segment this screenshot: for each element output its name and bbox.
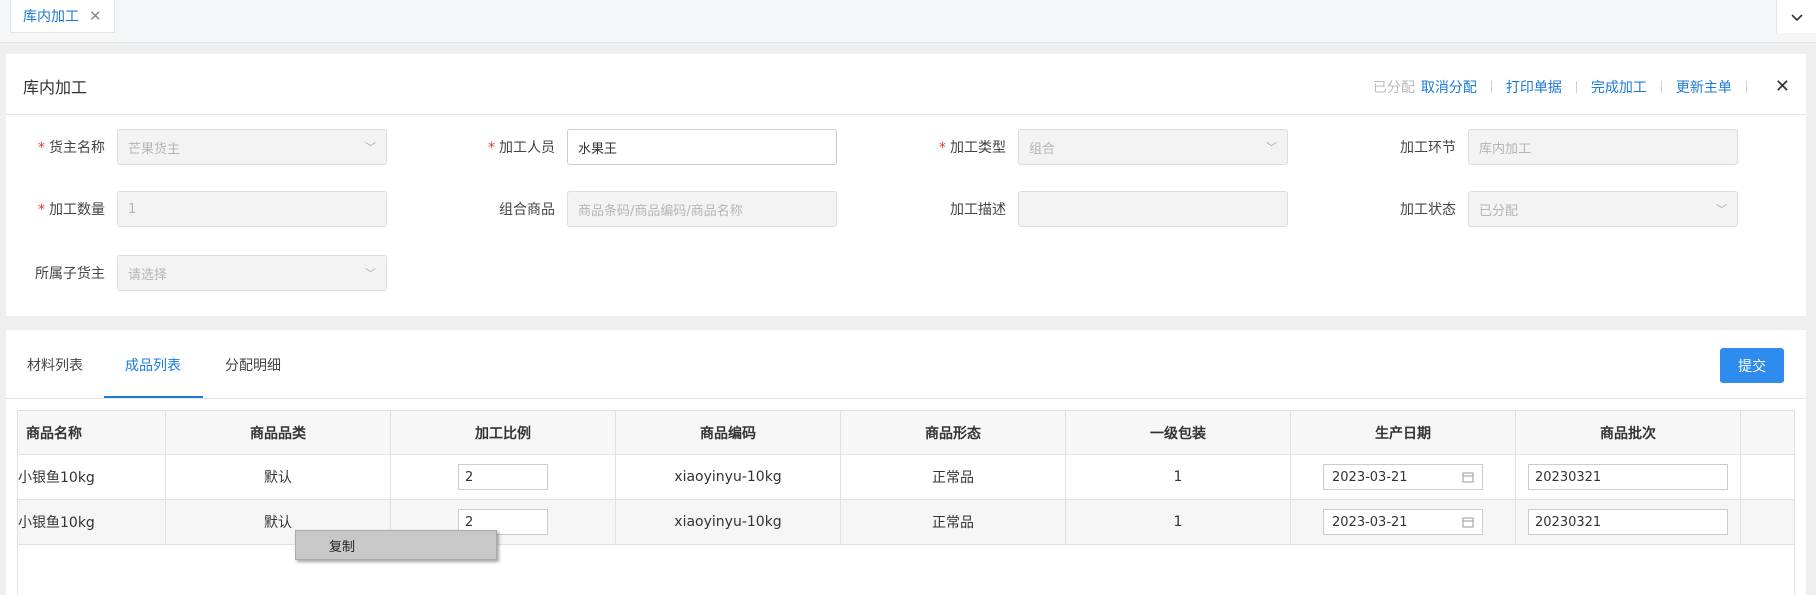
chevron-down-icon: ﹀ — [1266, 141, 1277, 154]
col-header-ratio: 加工比例 — [391, 411, 616, 454]
close-icon[interactable]: ✕ — [1775, 76, 1790, 97]
divider — [1575, 80, 1577, 93]
owner-field: * 货主名称 芒果货主 ﹀ — [6, 129, 387, 165]
complete-processing-link[interactable]: 完成加工 — [1591, 77, 1647, 97]
close-icon[interactable]: ✕ — [89, 7, 102, 25]
desc-input[interactable] — [1018, 191, 1288, 227]
detail-tabs: 材料列表 成品列表 分配明细 提交 — [6, 330, 1806, 399]
worker-input[interactable]: 水果王 — [567, 129, 837, 165]
cell-pack: 1 — [1066, 455, 1291, 499]
worker-field: * 加工人员 水果王 — [456, 129, 837, 165]
owner-select[interactable]: 芒果货主 ﹀ — [117, 129, 387, 165]
tab-bar: 库内加工 ✕ — [0, 0, 1816, 43]
sub-owner-select[interactable]: 请选择 ﹀ — [117, 255, 387, 291]
sub-owner-field: 所属子货主 请选择 ﹀ — [6, 255, 387, 291]
type-field: * 加工类型 组合 ﹀ — [906, 129, 1288, 165]
chevron-down-icon[interactable] — [1776, 0, 1816, 33]
header-actions: 已分配 取消分配 打印单据 完成加工 更新主单 ✕ — [1373, 76, 1790, 97]
table-row[interactable]: 小银鱼10kg 默认 2 xiaoyinyu-10kg 正常品 1 2023-0… — [18, 500, 1794, 545]
col-header-form: 商品形态 — [841, 411, 1066, 454]
divider — [1660, 80, 1662, 93]
card-header: 库内加工 已分配 取消分配 打印单据 完成加工 更新主单 ✕ — [6, 54, 1806, 115]
page-title: 库内加工 — [23, 78, 88, 97]
calendar-icon — [1462, 472, 1474, 483]
col-header-extra — [1741, 411, 1794, 454]
batch-input[interactable]: 20230321 — [1528, 464, 1728, 490]
col-header-pack: 一级包装 — [1066, 411, 1291, 454]
state-label: 加工状态 — [1400, 202, 1456, 218]
quantity-field: * 加工数量 1 — [6, 191, 387, 227]
tab-materials[interactable]: 材料列表 — [27, 355, 83, 375]
submit-button[interactable]: 提交 — [1720, 348, 1784, 383]
context-menu-copy[interactable]: 复制 — [295, 530, 497, 560]
divider — [1745, 80, 1747, 93]
production-date-input[interactable]: 2023-03-21 — [1323, 509, 1483, 535]
col-header-name: 商品名称 — [18, 411, 166, 454]
col-header-batch: 商品批次 — [1516, 411, 1741, 454]
combo-label: 组合商品 — [499, 202, 555, 218]
print-document-link[interactable]: 打印单据 — [1506, 77, 1562, 97]
tab-finished-goods[interactable]: 成品列表 — [125, 355, 181, 375]
cell-name: 小银鱼10kg — [18, 500, 166, 544]
state-field: 加工状态 已分配 ﹀ — [1356, 191, 1738, 227]
sub-owner-label: 所属子货主 — [35, 266, 105, 282]
chevron-down-icon: ﹀ — [365, 141, 376, 154]
combo-field: 组合商品 商品条码/商品编码/商品名称 — [456, 191, 837, 227]
quantity-input[interactable]: 1 — [117, 191, 387, 227]
chevron-down-icon: ﹀ — [365, 267, 376, 280]
processing-form-card: 库内加工 已分配 取消分配 打印单据 完成加工 更新主单 ✕ * 货主名称 芒果货… — [6, 54, 1806, 316]
ratio-input[interactable]: 2 — [458, 464, 548, 490]
tab-warehouse-processing[interactable]: 库内加工 ✕ — [10, 0, 115, 33]
divider — [1490, 80, 1492, 93]
type-select[interactable]: 组合 ﹀ — [1018, 129, 1288, 165]
update-master-link[interactable]: 更新主单 — [1676, 77, 1732, 97]
tab-allocation-detail[interactable]: 分配明细 — [225, 355, 281, 375]
type-label: 加工类型 — [950, 140, 1006, 156]
cell-code: xiaoyinyu-10kg — [616, 455, 841, 499]
stage-label: 加工环节 — [1400, 140, 1456, 156]
stage-field: 加工环节 库内加工 — [1356, 129, 1738, 165]
col-header-date: 生产日期 — [1291, 411, 1516, 454]
active-tab-indicator — [104, 396, 203, 398]
table-header: 商品名称 商品品类 加工比例 商品编码 商品形态 一级包装 生产日期 商品批次 — [18, 411, 1794, 455]
cancel-allocation-link[interactable]: 取消分配 — [1421, 77, 1477, 97]
cell-form: 正常品 — [841, 500, 1066, 544]
desc-field: 加工描述 — [906, 191, 1288, 227]
col-header-category: 商品品类 — [166, 411, 391, 454]
cell-name: 小银鱼10kg — [18, 455, 166, 499]
combo-input[interactable]: 商品条码/商品编码/商品名称 — [567, 191, 837, 227]
cell-form: 正常品 — [841, 455, 1066, 499]
status-label: 已分配 — [1372, 79, 1415, 96]
detail-card: 材料列表 成品列表 分配明细 提交 商品名称 商品品类 加工比例 商品编码 商品… — [6, 330, 1806, 595]
col-header-code: 商品编码 — [616, 411, 841, 454]
quantity-label: 加工数量 — [49, 202, 105, 218]
state-select[interactable]: 已分配 ﹀ — [1468, 191, 1738, 227]
desc-label: 加工描述 — [950, 202, 1006, 218]
cell-category: 默认 — [166, 455, 391, 499]
calendar-icon — [1462, 517, 1474, 528]
worker-label: 加工人员 — [499, 140, 555, 156]
tab-label: 库内加工 — [23, 9, 79, 25]
owner-label: 货主名称 — [49, 140, 105, 156]
table-row[interactable]: 小银鱼10kg 默认 2 xiaoyinyu-10kg 正常品 1 2023-0… — [18, 455, 1794, 500]
cell-pack: 1 — [1066, 500, 1291, 544]
production-date-input[interactable]: 2023-03-21 — [1323, 464, 1483, 490]
stage-input[interactable]: 库内加工 — [1468, 129, 1738, 165]
batch-input[interactable]: 20230321 — [1528, 509, 1728, 535]
cell-code: xiaoyinyu-10kg — [616, 500, 841, 544]
chevron-down-icon: ﹀ — [1716, 203, 1727, 216]
finished-goods-table: 商品名称 商品品类 加工比例 商品编码 商品形态 一级包装 生产日期 商品批次 … — [17, 410, 1795, 595]
